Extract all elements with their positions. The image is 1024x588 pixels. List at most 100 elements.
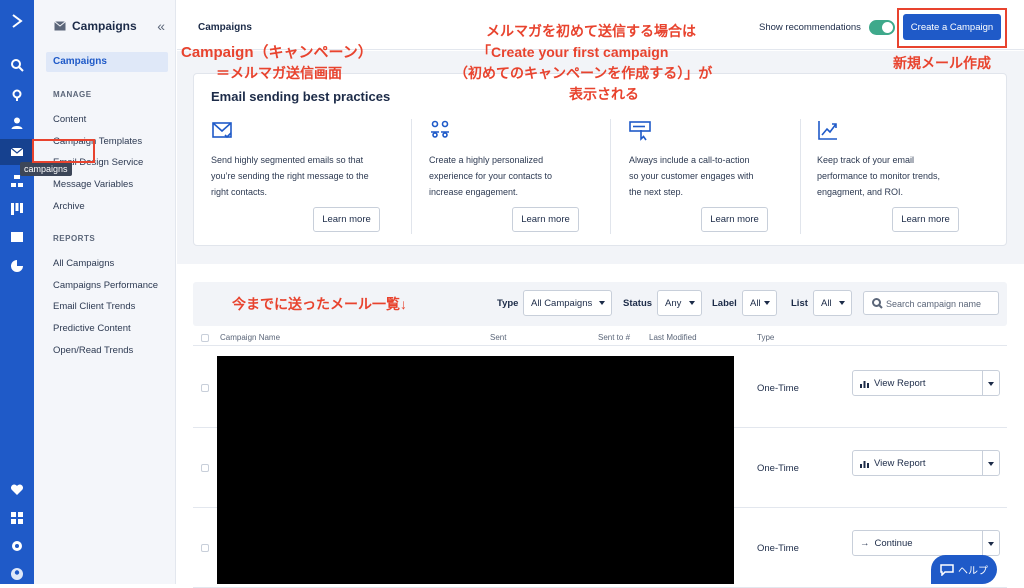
recommendations-toggle[interactable]: [869, 20, 895, 35]
location-pin-icon[interactable]: [0, 82, 34, 108]
sidebar-header: Campaigns: [54, 19, 137, 33]
cta-cursor-icon: [629, 119, 651, 141]
help-label: ヘルプ: [958, 566, 988, 577]
sidebar-item-all-campaigns[interactable]: All Campaigns: [53, 258, 114, 269]
label-filter-label: Label: [712, 298, 737, 309]
apps-grid-icon[interactable]: [0, 505, 34, 531]
logo-chevron-icon[interactable]: [0, 8, 34, 34]
learn-more-button[interactable]: Learn more: [701, 207, 768, 232]
sidebar-title: Campaigns: [72, 19, 137, 33]
view-report-label: View Report: [874, 458, 926, 469]
row-checkbox[interactable]: [201, 464, 209, 472]
sidebar-item-content[interactable]: Content: [53, 114, 86, 125]
chevron-down-icon[interactable]: [988, 382, 994, 386]
annotation-first-campaign-1: メルマガを初めて送信する場合は: [486, 23, 696, 39]
deals-kanban-icon[interactable]: [0, 196, 34, 222]
column-last-modified[interactable]: Last Modified: [649, 333, 697, 342]
annotation-sent-list: 今までに送ったメール一覧↓: [232, 296, 407, 312]
divider: [982, 371, 983, 395]
user-avatar-icon[interactable]: [0, 561, 34, 587]
bar-chart-icon: [860, 380, 869, 388]
column-type[interactable]: Type: [757, 333, 774, 342]
divider: [982, 451, 983, 475]
search-icon: [872, 298, 883, 309]
column-sent[interactable]: Sent: [490, 333, 506, 342]
label-filter-select[interactable]: All: [742, 290, 777, 316]
column-campaign-name[interactable]: Campaign Name: [220, 333, 280, 342]
page-title: Campaigns: [198, 22, 252, 33]
help-chat-button[interactable]: ヘルプ: [931, 555, 997, 584]
continue-button[interactable]: → Continue: [852, 530, 1000, 556]
best-practice-text: Send highly segmented emails so that you…: [211, 155, 369, 197]
list-filter-label: List: [791, 298, 808, 309]
annotation-highlight-create-button: [897, 8, 1007, 48]
annotation-highlight-campaigns-nav: [32, 139, 95, 163]
sidebar-item-predictive-content[interactable]: Predictive Content: [53, 323, 131, 334]
best-practices-title: Email sending best practices: [211, 89, 391, 104]
divider: [411, 119, 412, 234]
people-group-icon: [429, 119, 451, 141]
settings-gear-icon[interactable]: [0, 533, 34, 559]
collapse-sidebar-icon[interactable]: «: [157, 18, 165, 34]
learn-more-button[interactable]: Learn more: [892, 207, 959, 232]
chevron-down-icon[interactable]: [988, 462, 994, 466]
chevron-down-icon: [839, 301, 845, 305]
chevron-down-icon: [764, 301, 770, 305]
type-filter-label: Type: [497, 298, 519, 309]
sidebar-item-email-client-trends[interactable]: Email Client Trends: [53, 301, 135, 312]
status-filter-value: Any: [665, 298, 682, 309]
sidebar-item-message-variables[interactable]: Message Variables: [53, 179, 133, 190]
sidebar-item-campaigns-performance[interactable]: Campaigns Performance: [53, 280, 158, 291]
manage-section-label: MANAGE: [53, 90, 92, 99]
list-filter-select[interactable]: All: [813, 290, 852, 316]
campaign-type: One-Time: [757, 463, 799, 474]
table-header: Campaign Name Sent Sent to # Last Modifi…: [193, 330, 1007, 346]
type-filter-select[interactable]: All Campaigns: [523, 290, 612, 316]
row-checkbox[interactable]: [201, 384, 209, 392]
type-filter-value: All Campaigns: [531, 298, 593, 309]
label-filter-value: All: [750, 298, 761, 309]
mail-icon: [54, 21, 66, 31]
annotation-campaign-sub: ＝メルマガ送信画面: [216, 65, 342, 81]
redacted-campaign-names: [217, 356, 734, 584]
learn-more-button[interactable]: Learn more: [512, 207, 579, 232]
trend-chart-icon: [817, 119, 839, 141]
chevron-down-icon: [689, 301, 695, 305]
row-checkbox[interactable]: [201, 544, 209, 552]
list-filter-value: All: [821, 298, 832, 309]
chevron-down-icon[interactable]: [988, 542, 994, 546]
best-practice-text: Always include a call-to-action so your …: [629, 155, 754, 197]
rail-tooltip: campaigns: [20, 162, 72, 176]
status-filter-select[interactable]: Any: [657, 290, 702, 316]
learn-more-button[interactable]: Learn more: [313, 207, 380, 232]
site-layout-icon[interactable]: [0, 224, 34, 250]
annotation-first-campaign-2: 「Create your first campaign: [477, 44, 669, 60]
view-report-button[interactable]: View Report: [852, 370, 1000, 396]
heart-icon[interactable]: [0, 477, 34, 503]
best-practice-text: Keep track of your email performance to …: [817, 155, 941, 197]
reports-section-label: REPORTS: [53, 234, 96, 243]
divider: [610, 119, 611, 234]
chat-bubble-icon: [940, 563, 954, 576]
reports-pie-icon[interactable]: [0, 253, 34, 279]
annotation-first-campaign-4: 表示される: [569, 86, 639, 102]
annotation-campaign-label: Campaign（キャンペーン）: [181, 44, 373, 61]
view-report-label: View Report: [874, 378, 926, 389]
view-report-button[interactable]: View Report: [852, 450, 1000, 476]
sidebar-item-open-read-trends[interactable]: Open/Read Trends: [53, 345, 133, 356]
sidebar-item-campaigns[interactable]: Campaigns: [46, 52, 168, 72]
contacts-person-icon[interactable]: [0, 110, 34, 136]
search-campaign-input[interactable]: [886, 296, 994, 311]
search-icon[interactable]: [0, 52, 34, 78]
show-recommendations-label: Show recommendations: [759, 22, 861, 33]
chevron-down-icon: [599, 301, 605, 305]
arrow-right-icon: →: [860, 538, 870, 549]
select-all-checkbox[interactable]: [201, 334, 209, 342]
sidebar-item-archive[interactable]: Archive: [53, 201, 85, 212]
campaign-type: One-Time: [757, 383, 799, 394]
envelope-check-icon: [211, 119, 233, 141]
divider: [982, 531, 983, 555]
column-sent-to[interactable]: Sent to #: [598, 333, 630, 342]
bar-chart-icon: [860, 460, 869, 468]
annotation-first-campaign-3: （初めてのキャンペーンを作成する）」が: [454, 65, 713, 81]
